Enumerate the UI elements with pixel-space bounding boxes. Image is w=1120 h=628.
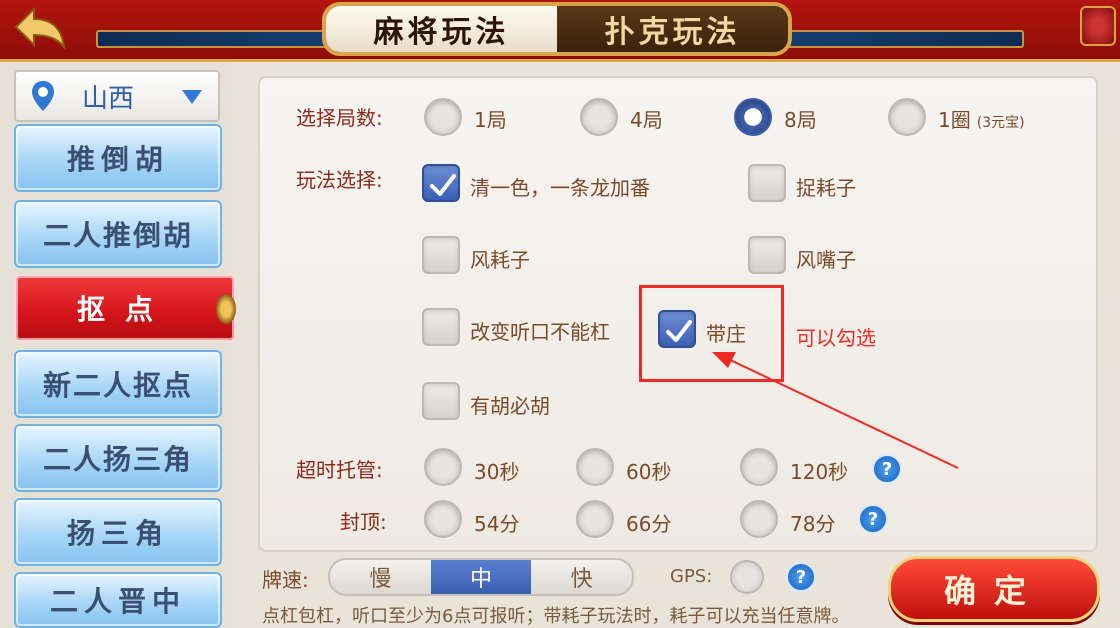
- sidebar-item-label: 二人扬三角: [42, 443, 193, 476]
- option-fenghaozi-checkbox[interactable]: [422, 236, 460, 274]
- sidebar-item-errenyangsanjiao[interactable]: 二人扬三角: [14, 424, 222, 492]
- chevron-down-icon: [182, 90, 202, 104]
- option-youhubihu-checkbox[interactable]: [422, 382, 460, 420]
- mode-tabs: 麻将玩法 扑克玩法: [322, 2, 792, 56]
- back-arrow-icon: [14, 6, 66, 49]
- cap-help-icon[interactable]: ?: [858, 504, 888, 534]
- gps-help-icon[interactable]: ?: [786, 562, 816, 592]
- gps-toggle[interactable]: [730, 560, 764, 594]
- annotation-callout: 可以勾选: [796, 326, 876, 350]
- cap-54-radio[interactable]: [424, 500, 462, 538]
- rounds-label: 选择局数:: [296, 106, 383, 130]
- speed-slow-button[interactable]: 慢: [328, 558, 431, 596]
- checkmark-icon: [430, 174, 456, 196]
- selected-pin-icon: [216, 294, 236, 324]
- sidebar-item-tuidaohu[interactable]: 推倒胡: [14, 124, 222, 192]
- option-youhubihu-label: 有胡必胡: [470, 394, 550, 418]
- rules-note: 点杠包杠，听口至少为6点可报听；带耗子玩法时，耗子可以充当任意牌。: [262, 606, 850, 627]
- sidebar-item-label: 抠点: [76, 293, 173, 326]
- timeout-help-icon[interactable]: ?: [872, 454, 902, 484]
- sidebar-item-label: 扬三角: [66, 517, 169, 550]
- rounds-4-radio[interactable]: [580, 98, 618, 136]
- sidebar-item-koudian[interactable]: 抠点: [14, 274, 236, 342]
- cap-66-radio[interactable]: [576, 500, 614, 538]
- sidebar-item-xinerrenkoudian[interactable]: 新二人抠点: [14, 350, 222, 418]
- top-bar: 麻将玩法 扑克玩法: [0, 0, 1120, 62]
- option-gaibiantingkou-checkbox[interactable]: [422, 308, 460, 346]
- timeout-label: 超时托管:: [296, 458, 383, 482]
- sidebar-item-label: 二人推倒胡: [42, 219, 193, 252]
- play-label: 玩法选择:: [296, 168, 383, 192]
- rounds-1-label: 1局: [474, 108, 507, 132]
- rounds-8-radio[interactable]: [734, 98, 772, 136]
- sidebar-item-errentuidaohu[interactable]: 二人推倒胡: [14, 200, 222, 268]
- sidebar-item-errenjinzhong[interactable]: 二人晋中: [14, 572, 222, 628]
- confirm-button[interactable]: 确定: [888, 556, 1100, 622]
- speed-label: 牌速:: [262, 568, 309, 592]
- rounds-4-label: 4局: [630, 108, 663, 132]
- rounds-8-label: 8局: [784, 108, 817, 132]
- cap-54-label: 54分: [474, 512, 520, 536]
- cap-66-label: 66分: [626, 512, 672, 536]
- cap-78-radio[interactable]: [740, 500, 778, 538]
- gps-label: GPS:: [670, 566, 713, 587]
- region-label: 山西: [82, 83, 135, 114]
- region-selector[interactable]: 山西: [14, 70, 220, 122]
- sidebar-item-label: 推倒胡: [66, 143, 169, 176]
- tab-poker[interactable]: 扑克玩法: [557, 6, 788, 52]
- rounds-1quan-option: 1圈 (3元宝): [938, 104, 1025, 133]
- sidebar-item-yangsanjiao[interactable]: 扬三角: [14, 498, 222, 566]
- back-button[interactable]: [8, 2, 72, 52]
- rounds-1quan-label: 1圈: [938, 108, 971, 132]
- timeout-60-radio[interactable]: [576, 448, 614, 486]
- option-fengzuizi-checkbox[interactable]: [748, 236, 786, 274]
- option-qingyise-checkbox[interactable]: [422, 164, 460, 202]
- sidebar-item-label: 新二人抠点: [42, 369, 193, 402]
- timeout-60-label: 60秒: [626, 460, 672, 484]
- speed-fast-button[interactable]: 快: [531, 558, 635, 596]
- sidebar: 山西 推倒胡 二人推倒胡 抠点 新二人抠点 二人扬三角 扬三角 二人晋中: [0, 62, 236, 628]
- settings-icon[interactable]: [1080, 6, 1116, 46]
- option-fengzuizi-label: 风嘴子: [796, 248, 856, 272]
- timeout-30-label: 30秒: [474, 460, 520, 484]
- rounds-1quan-radio[interactable]: [888, 98, 926, 136]
- speed-medium-button[interactable]: 中: [430, 558, 532, 596]
- timeout-120-radio[interactable]: [740, 448, 778, 486]
- cap-label: 封顶:: [340, 510, 387, 534]
- cap-78-label: 78分: [790, 512, 836, 536]
- rounds-1-radio[interactable]: [424, 98, 462, 136]
- option-zhuohaozi-checkbox[interactable]: [748, 164, 786, 202]
- timeout-120-label: 120秒: [790, 460, 849, 484]
- option-zhuohaozi-label: 捉耗子: [796, 176, 856, 200]
- rounds-1quan-cost: (3元宝): [976, 115, 1025, 131]
- speed-selector: 慢 中 快: [328, 558, 635, 596]
- sidebar-item-label: 二人晋中: [49, 585, 186, 618]
- option-fenghaozi-label: 风耗子: [470, 248, 530, 272]
- timeout-30-radio[interactable]: [424, 448, 462, 486]
- location-pin-icon: [32, 81, 54, 111]
- option-gaibiantingkou-label: 改变听口不能杠: [470, 320, 610, 344]
- tab-mahjong[interactable]: 麻将玩法: [326, 6, 557, 52]
- option-qingyise-label: 清一色，一条龙加番: [470, 176, 650, 200]
- annotation-highlight-box: [639, 285, 784, 382]
